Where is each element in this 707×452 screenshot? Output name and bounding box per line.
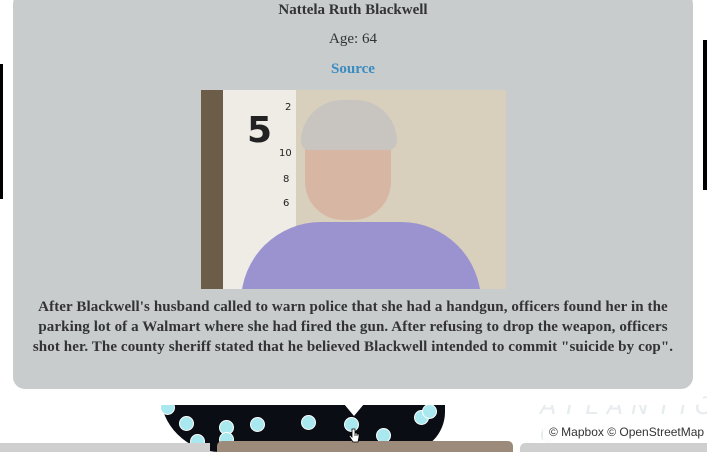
victim-popup: Nattela Ruth Blackwell Age: 64 Source 5 … [13,0,693,389]
bottom-panel-left[interactable] [0,443,210,452]
source-link[interactable]: Source [13,61,693,78]
victim-photo: 5 2 10 8 6 [201,90,506,289]
incident-description: After Blackwell's husband called to warn… [32,299,674,355]
hand-cursor-icon [348,428,360,443]
map-marker[interactable] [422,404,437,419]
map-marker[interactable] [301,415,316,430]
bottom-panel-right[interactable] [520,443,707,452]
map-marker[interactable] [250,417,265,432]
victim-age: Age: 64 [329,31,377,47]
map-attribution[interactable]: © Mapbox © OpenStreetMap [543,422,707,442]
victim-name: Nattela Ruth Blackwell [278,2,428,18]
popup-pointer [344,404,364,416]
map-marker[interactable] [179,416,194,431]
bottom-panel-center[interactable] [217,441,513,452]
